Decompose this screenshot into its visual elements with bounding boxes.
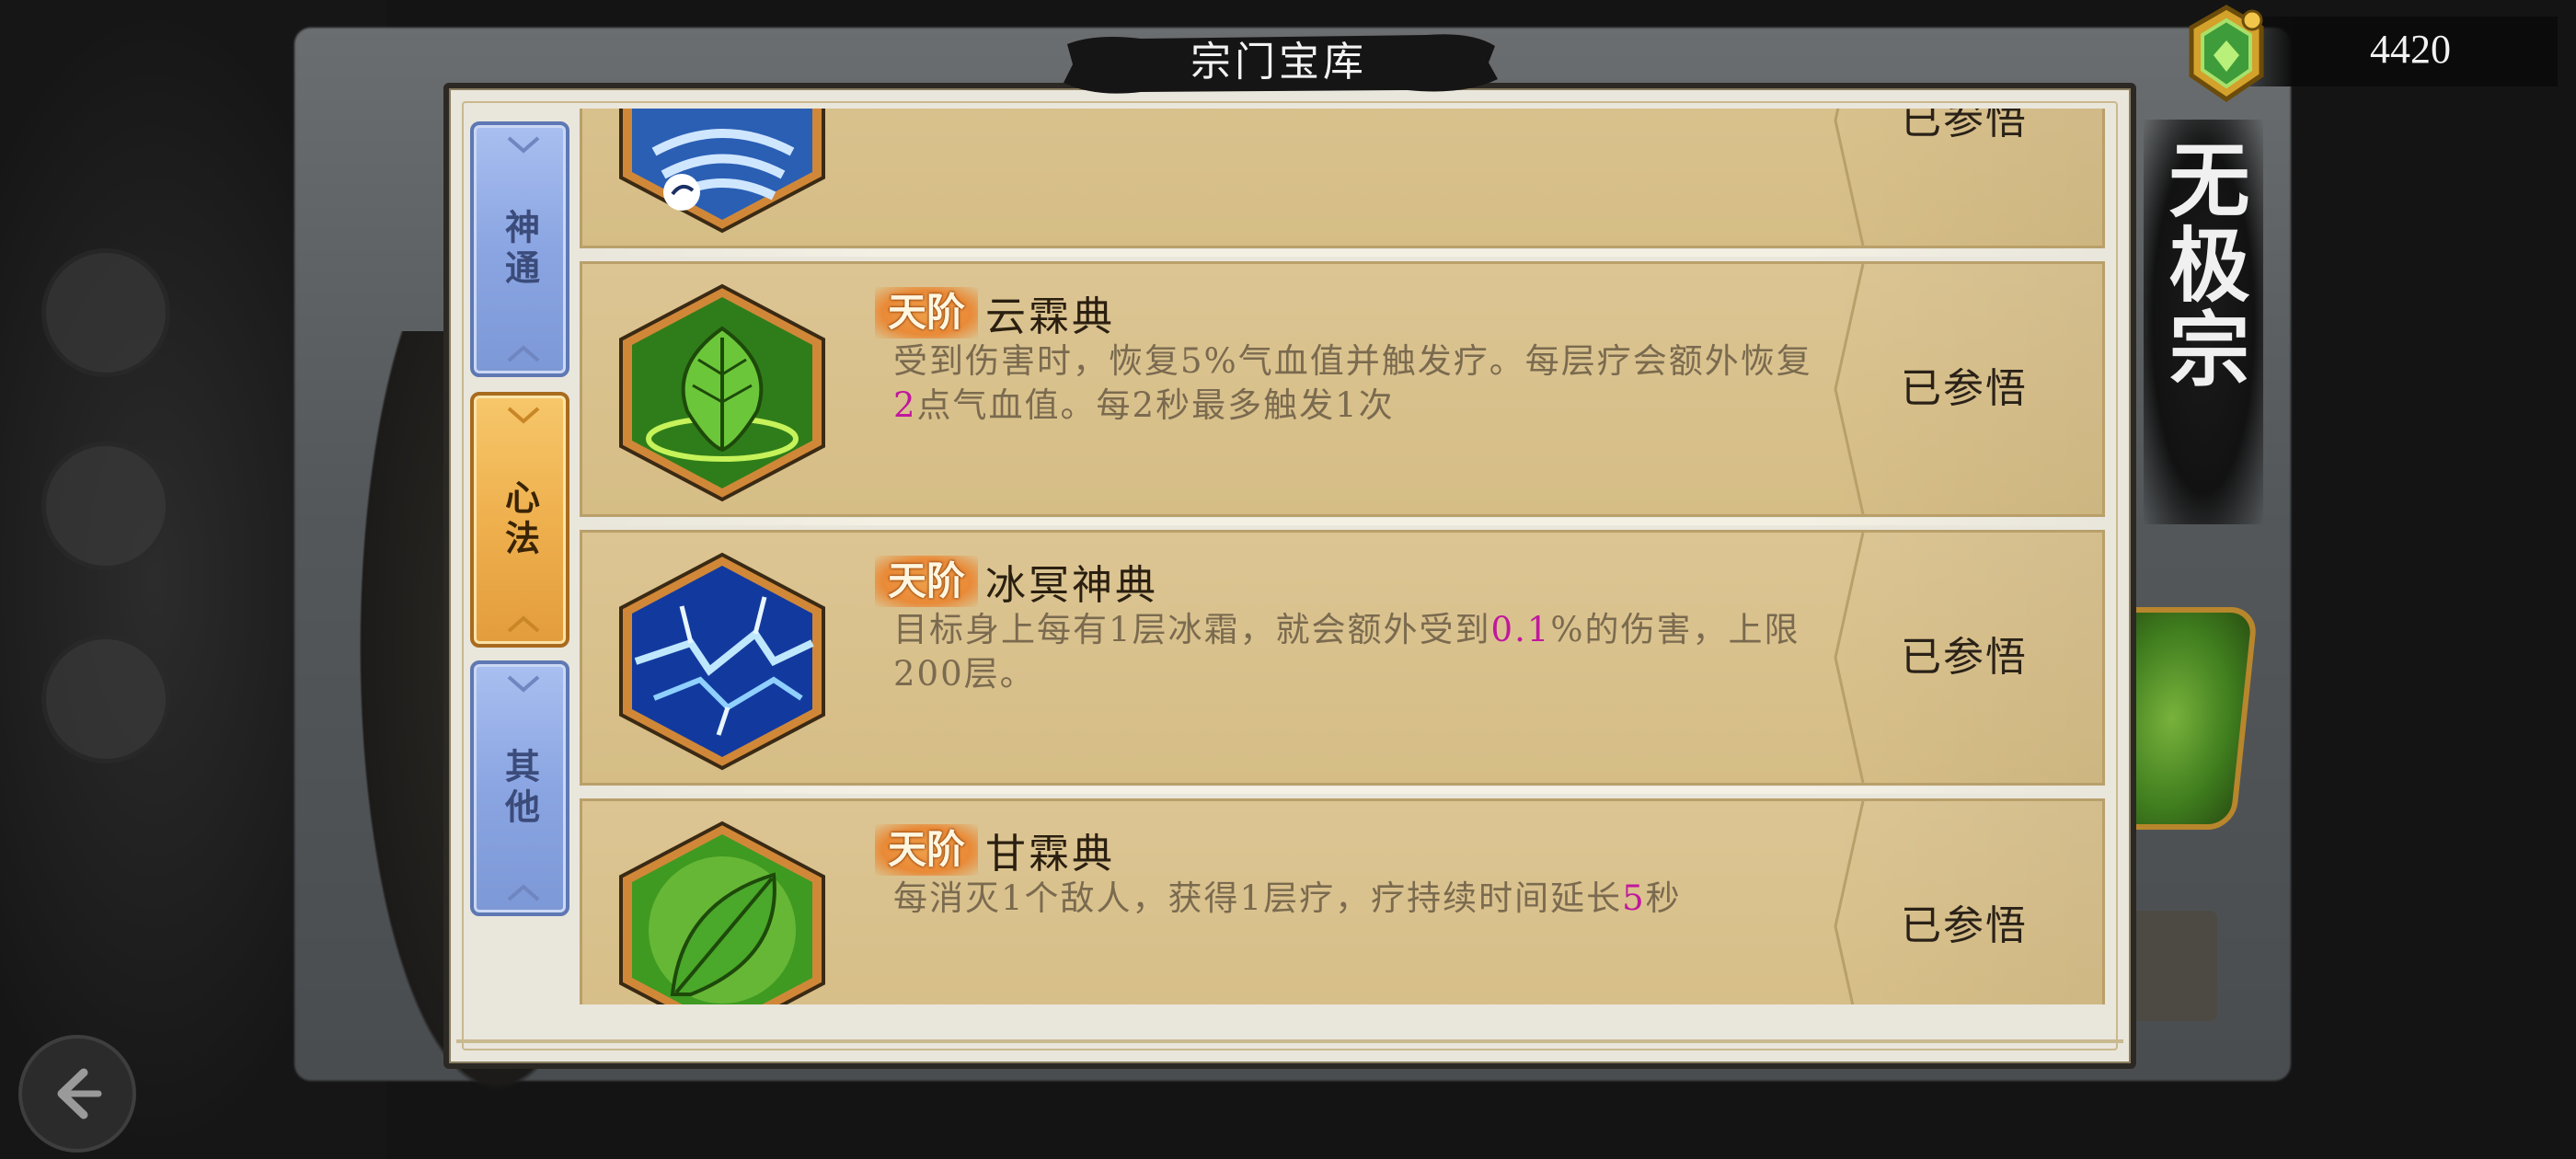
status-label: 已参悟 bbox=[1901, 109, 2028, 143]
currency-value: 4420 bbox=[2370, 27, 2451, 72]
list-item[interactable]: 已参悟 bbox=[580, 109, 2105, 257]
tab-label: 心法 bbox=[499, 479, 541, 560]
tab-label: 其他 bbox=[499, 748, 541, 829]
background-menu-icon bbox=[41, 248, 170, 377]
tab-xinfa[interactable]: 心法 bbox=[470, 392, 569, 648]
green-leaf-icon bbox=[617, 282, 827, 503]
desc-highlight: 5 bbox=[1622, 878, 1646, 918]
chevron-down-icon bbox=[507, 407, 540, 424]
status-label: 已参悟 bbox=[1901, 902, 2028, 949]
item-description: 受到伤害时，恢复5%气血值并触发疗。每层疗会额外恢复2点气血值。每2秒最多触发1… bbox=[893, 339, 1813, 428]
chevron-up-icon bbox=[507, 615, 540, 633]
desc-text: 秒 bbox=[1645, 878, 1682, 918]
item-description: 每消灭1个敌人，获得1层疗，疗持续时间延长5秒 bbox=[893, 877, 1813, 921]
desc-text: 点气血值。每2秒最多触发1次 bbox=[916, 385, 1395, 425]
skill-list[interactable]: 已参悟 天阶 云霖典 受到伤害时，恢复5%气血值并触发疗。每层疗会额外恢复2点气… bbox=[578, 109, 2107, 1004]
tab-shentong[interactable]: 神通 bbox=[470, 121, 569, 377]
item-name: 冰冥神典 bbox=[985, 562, 1159, 609]
desc-highlight: 2 bbox=[893, 385, 917, 425]
chevron-up-icon bbox=[507, 884, 540, 901]
tier-badge: 天阶 bbox=[875, 556, 979, 607]
ice-lightning-icon bbox=[617, 551, 827, 772]
tier-badge: 天阶 bbox=[875, 824, 979, 876]
tab-qita[interactable]: 其他 bbox=[470, 660, 569, 916]
item-header: 天阶 云霖典 bbox=[875, 284, 1115, 341]
item-name: 云霖典 bbox=[985, 293, 1116, 340]
blue-swirl-icon bbox=[617, 109, 827, 235]
desc-highlight: 0.1 bbox=[1490, 610, 1551, 649]
item-header: 天阶 甘霖典 bbox=[875, 821, 1115, 878]
chevron-up-icon bbox=[507, 345, 540, 362]
desc-text: 受到伤害时，恢复5%气血值并触发疗。每层疗会额外恢复 bbox=[893, 341, 1812, 381]
list-item[interactable]: 天阶 甘霖典 每消灭1个敌人，获得1层疗，疗持续时间延长5秒 已参悟 bbox=[580, 798, 2105, 1004]
back-arrow-icon bbox=[57, 1068, 102, 1119]
leaf-glow-icon bbox=[617, 820, 827, 1004]
desc-text: 目标身上每有1层冰霜，就会额外受到 bbox=[893, 610, 1491, 649]
status-label: 已参悟 bbox=[1901, 634, 2028, 681]
item-description: 目标身上每有1层冰霜，就会额外受到0.1%的伤害，上限200层。 bbox=[893, 608, 1813, 696]
chevron-down-icon bbox=[507, 136, 540, 154]
jade-token-icon bbox=[2171, 0, 2282, 110]
desc-text: 每消灭1个敌人，获得1层疗，疗持续时间延长 bbox=[893, 878, 1623, 918]
background-menu-icon bbox=[41, 442, 170, 570]
panel-divider bbox=[456, 1039, 2123, 1043]
item-header: 天阶 冰冥神典 bbox=[875, 553, 1158, 610]
panel-title: 宗门宝库 bbox=[1190, 39, 1367, 86]
background-menu-icon bbox=[41, 635, 170, 763]
tier-badge: 天阶 bbox=[875, 287, 979, 339]
back-button[interactable] bbox=[18, 1035, 136, 1153]
tab-label: 神通 bbox=[499, 209, 541, 290]
list-item[interactable]: 天阶 云霖典 受到伤害时，恢复5%气血值并触发疗。每层疗会额外恢复2点气血值。每… bbox=[580, 261, 2105, 525]
item-name: 甘霖典 bbox=[985, 831, 1116, 878]
sect-name: 无极宗 bbox=[2156, 138, 2251, 392]
list-item[interactable]: 天阶 冰冥神典 目标身上每有1层冰霜，就会额外受到0.1%的伤害，上限200层。… bbox=[580, 530, 2105, 794]
chevron-down-icon bbox=[507, 675, 540, 693]
status-label: 已参悟 bbox=[1901, 365, 2028, 412]
